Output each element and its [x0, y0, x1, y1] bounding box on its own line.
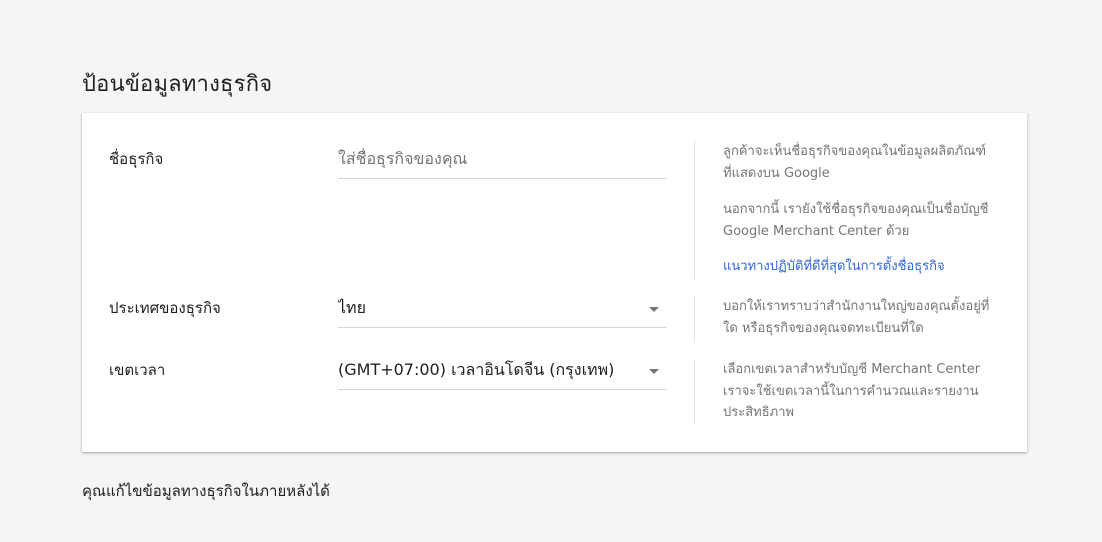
timezone-selected-value: (GMT+07:00) เวลาอินโดจีน (กรุงเทพ) [338, 360, 615, 379]
timezone-help-text: เลือกเขตเวลาสำหรับบัญชี Merchant Center … [723, 362, 981, 420]
page: ป้อนข้อมูลทางธุรกิจ ชื่อธุรกิจ ลูกค้าจะเ… [0, 0, 1102, 542]
caret-down-icon [649, 369, 659, 374]
caret-down-icon [649, 307, 659, 312]
country-help-text: บอกให้เราทราบว่าสำนักงานใหญ่ของคุณตั้งอย… [723, 299, 990, 336]
business-info-card: ชื่อธุรกิจ ลูกค้าจะเห็นชื่อธุรกิจของคุณใ… [82, 113, 1027, 452]
business-name-input[interactable] [338, 148, 638, 170]
business-name-help: ลูกค้าจะเห็นชื่อธุรกิจของคุณในข้อมูลผลิต… [694, 141, 994, 279]
business-name-help-text-2: นอกจากนี้ เรายังใช้ชื่อธุรกิจของคุณเป็นช… [723, 202, 989, 239]
country-label: ประเทศของธุรกิจ [109, 299, 221, 317]
timezone-label: เขตเวลา [109, 361, 166, 379]
page-title: ป้อนข้อมูลทางธุรกิจ [82, 72, 273, 97]
edit-later-note: คุณแก้ไขข้อมูลทางธุรกิจในภายหลังได้ [82, 482, 330, 500]
business-name-field[interactable] [338, 148, 667, 179]
timezone-help: เลือกเขตเวลาสำหรับบัญชี Merchant Center … [694, 359, 994, 425]
timezone-select[interactable]: (GMT+07:00) เวลาอินโดจีน (กรุงเทพ) [338, 359, 667, 390]
country-help: บอกให้เราทราบว่าสำนักงานใหญ่ของคุณตั้งอย… [694, 296, 994, 341]
naming-best-practices-link[interactable]: แนวทางปฏิบัติที่ดีที่สุดในการตั้งชื่อธุร… [723, 256, 945, 277]
business-name-help-text-1: ลูกค้าจะเห็นชื่อธุรกิจของคุณในข้อมูลผลิต… [723, 144, 987, 181]
country-selected-value: ไทย [338, 298, 366, 317]
country-select[interactable]: ไทย [338, 297, 667, 328]
business-name-label: ชื่อธุรกิจ [109, 150, 164, 168]
